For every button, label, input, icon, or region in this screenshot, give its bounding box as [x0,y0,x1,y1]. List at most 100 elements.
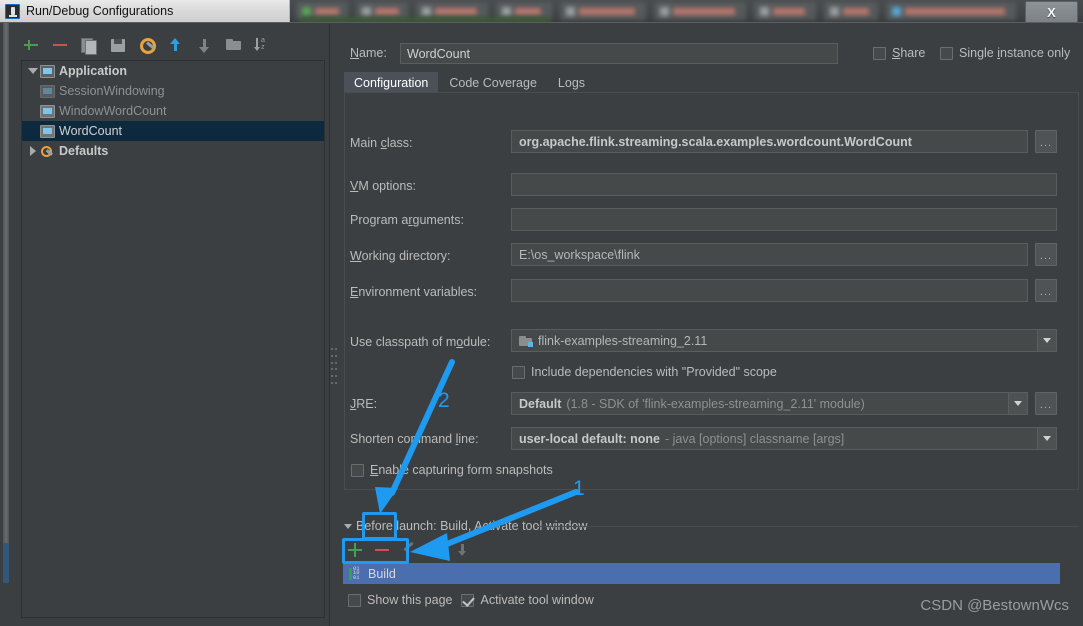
window-title-bar: Run/Debug Configurations [0,0,290,22]
tree-toolbar: az [13,32,330,58]
pencil-icon[interactable] [399,541,419,559]
enable-capturing-form-snapshots-label: Enable capturing form snapshots [370,463,553,477]
close-window-button[interactable]: X [1025,1,1078,23]
name-label: Name: [350,46,387,60]
main-class-label: Main class: [350,136,413,150]
build-icon: 011001 [349,567,363,581]
left-scroll-strip[interactable] [0,23,12,626]
arrow-up-icon[interactable] [426,541,446,559]
working-directory-label: Working directory: [350,249,451,263]
activate-tool-window-checkbox[interactable]: Activate tool window [461,593,593,607]
tab-code-coverage[interactable]: Code Coverage [439,72,547,93]
sort-az-icon[interactable]: az [253,35,273,55]
before-launch-separator [535,526,1079,527]
arrow-down-icon[interactable] [453,541,473,559]
working-directory-input[interactable]: E:\os_workspace\flink [511,243,1028,266]
module-icon [519,335,533,347]
share-label: Share [892,46,925,60]
shorten-command-line-label: Shorten command line: [350,432,479,446]
share-checkbox[interactable]: Share [873,46,925,60]
before-launch-item-label: Build [368,567,396,581]
tree-node-wordcount[interactable]: WordCount [22,121,324,141]
jre-combo[interactable]: Default (1.8 - SDK of 'flink-examples-st… [511,392,1028,415]
environment-variables-input[interactable] [511,279,1028,302]
program-arguments-input[interactable] [511,208,1057,231]
dialog-body: az Application SessionWindowing WindowWo… [0,22,1083,626]
application-icon [40,65,55,78]
enable-capturing-form-snapshots-checkbox[interactable]: Enable capturing form snapshots [351,463,553,477]
jre-browse-button[interactable]: ... [1035,392,1057,415]
arrow-up-icon[interactable] [166,35,186,55]
application-icon [40,125,55,138]
jre-value: Default [519,397,561,411]
checkbox-box[interactable] [940,47,953,60]
annotation-number-1: 1 [573,477,585,501]
name-row: Name: WordCount Share Single instance on… [344,43,1079,65]
use-classpath-of-module-combo[interactable]: flink-examples-streaming_2.11 [511,329,1057,352]
application-icon [40,85,55,98]
use-classpath-of-module-label: Use classpath of module: [350,335,490,349]
checkbox-box[interactable] [873,47,886,60]
window-title: Run/Debug Configurations [26,4,173,18]
tree-node-defaults[interactable]: Defaults [22,141,324,161]
tree-node-windowwordcount[interactable]: WindowWordCount [22,101,324,121]
environment-variables-label: Environment variables: [350,285,477,299]
tree-node-label: WordCount [59,124,122,138]
main-class-browse-button[interactable]: ... [1035,130,1057,153]
shorten-command-line-combo[interactable]: user-local default: none - java [options… [511,427,1057,450]
chevron-down-icon[interactable] [1037,330,1056,351]
expand-collapse-icon[interactable] [26,68,40,74]
show-this-page-checkbox[interactable]: Show this page [348,593,452,607]
include-dependencies-label: Include dependencies with "Provided" sco… [531,365,777,379]
main-class-input[interactable]: org.apache.flink.streaming.scala.example… [511,130,1028,153]
vm-options-input[interactable] [511,173,1057,196]
shorten-command-line-value: user-local default: none [519,432,660,446]
program-arguments-label: Program arguments: [350,213,464,227]
checkbox-box[interactable] [348,594,361,607]
checkbox-box[interactable] [351,464,364,477]
watermark: CSDN @BestownWcs [920,597,1069,614]
minus-icon[interactable] [50,35,70,55]
checkbox-box[interactable] [461,594,474,607]
single-instance-only-checkbox[interactable]: Single instance only [940,46,1070,60]
plus-icon[interactable] [345,541,365,559]
jre-value-detail: (1.8 - SDK of 'flink-examples-streaming_… [566,397,864,411]
tree-node-label: WindowWordCount [59,104,166,118]
vm-options-label: VM options: [350,179,416,193]
folder-icon[interactable] [224,35,244,55]
environment-variables-browse-button[interactable]: ... [1035,279,1057,302]
before-launch-options: Show this page Activate tool window [348,593,594,607]
save-floppy-icon[interactable] [108,35,128,55]
gear-wrench-icon [40,145,55,158]
run-debug-configurations-dialog: Run/Debug Configurations X az [0,0,1083,626]
intellij-idea-icon [5,4,20,19]
tree-node-label: Application [59,64,127,78]
tree-node-application[interactable]: Application [22,61,324,81]
arrow-down-icon[interactable] [195,35,215,55]
chevron-down-icon[interactable] [1037,428,1056,449]
tree-node-sessionwindowing[interactable]: SessionWindowing [22,81,324,101]
shorten-command-line-detail: - java [options] classname [args] [665,432,844,446]
tree-node-label: Defaults [59,144,108,158]
expand-collapse-icon[interactable] [26,146,40,156]
before-launch-toolbar [345,541,473,559]
checkbox-box[interactable] [512,366,525,379]
plus-icon[interactable] [21,35,41,55]
gear-wrench-icon[interactable] [137,35,157,55]
tab-logs[interactable]: Logs [548,72,595,93]
include-dependencies-checkbox[interactable]: Include dependencies with "Provided" sco… [512,365,777,379]
annotation-number-2: 2 [438,389,450,413]
before-launch-item-build[interactable]: 011001 Build [343,563,1060,584]
tab-configuration[interactable]: Configuration [344,72,438,93]
chevron-down-icon[interactable] [344,524,352,529]
show-this-page-label: Show this page [367,593,452,607]
minus-icon[interactable] [372,541,392,559]
panel-splitter-handle[interactable] [330,348,337,384]
tree-node-label: SessionWindowing [59,84,165,98]
configurations-tree-panel: az Application SessionWindowing WindowWo… [13,24,330,626]
working-directory-browse-button[interactable]: ... [1035,243,1057,266]
chevron-down-icon[interactable] [1008,393,1027,414]
name-input[interactable]: WordCount [400,43,838,64]
configuration-editor-pane: Name: WordCount Share Single instance on… [338,23,1083,626]
copy-icon[interactable] [79,35,99,55]
